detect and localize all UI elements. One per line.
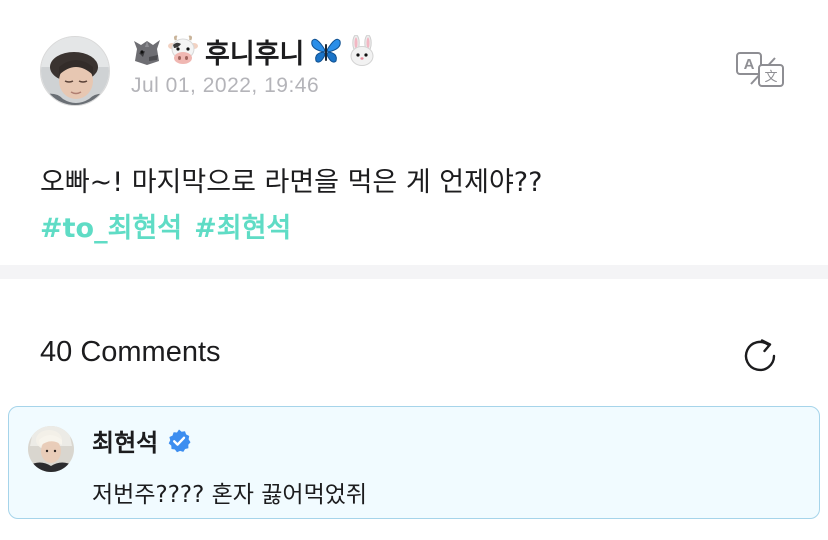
svg-text:A: A <box>744 56 755 73</box>
refresh-button[interactable] <box>738 334 782 378</box>
post-date: Jul 01, 2022, 19:46 <box>131 74 320 97</box>
rabbit-icon <box>346 35 378 67</box>
avatar-image <box>41 37 109 105</box>
section-divider <box>0 265 828 279</box>
translate-button[interactable]: A 文 <box>735 50 785 88</box>
comments-count-title: 40 Comments <box>40 336 221 368</box>
post-hashtags: #to_최현석 #최현석 <box>40 206 291 245</box>
comment-author-avatar[interactable] <box>28 426 74 472</box>
pinned-comment-card[interactable]: 최현석 저번주???? 혼자 끓어먹었쥐 <box>8 406 820 519</box>
cow-icon <box>167 35 199 67</box>
post-text: 오빠~! 마지막으로 라면을 먹은 게 언제야?? <box>40 167 543 198</box>
avatar-image <box>28 426 74 472</box>
wolf-icon <box>131 35 163 67</box>
hashtag-link[interactable]: #to_최현석 <box>40 206 182 245</box>
hashtag-link[interactable]: #최현석 <box>194 206 291 245</box>
author-name-text: 후니후니 <box>205 38 305 70</box>
verified-badge-icon <box>166 428 192 454</box>
post-author-name[interactable]: 후니후니 <box>131 32 378 70</box>
comment-author-name: 최현석 <box>92 429 159 457</box>
butterfly-icon <box>310 35 342 67</box>
translate-icon: A 文 <box>736 52 784 87</box>
refresh-icon <box>744 339 776 372</box>
comment-author[interactable]: 최현석 <box>92 423 192 458</box>
svg-text:文: 文 <box>764 70 777 85</box>
post-author-avatar[interactable] <box>40 36 110 106</box>
comment-text: 저번주???? 혼자 끓어먹었쥐 <box>92 482 368 508</box>
